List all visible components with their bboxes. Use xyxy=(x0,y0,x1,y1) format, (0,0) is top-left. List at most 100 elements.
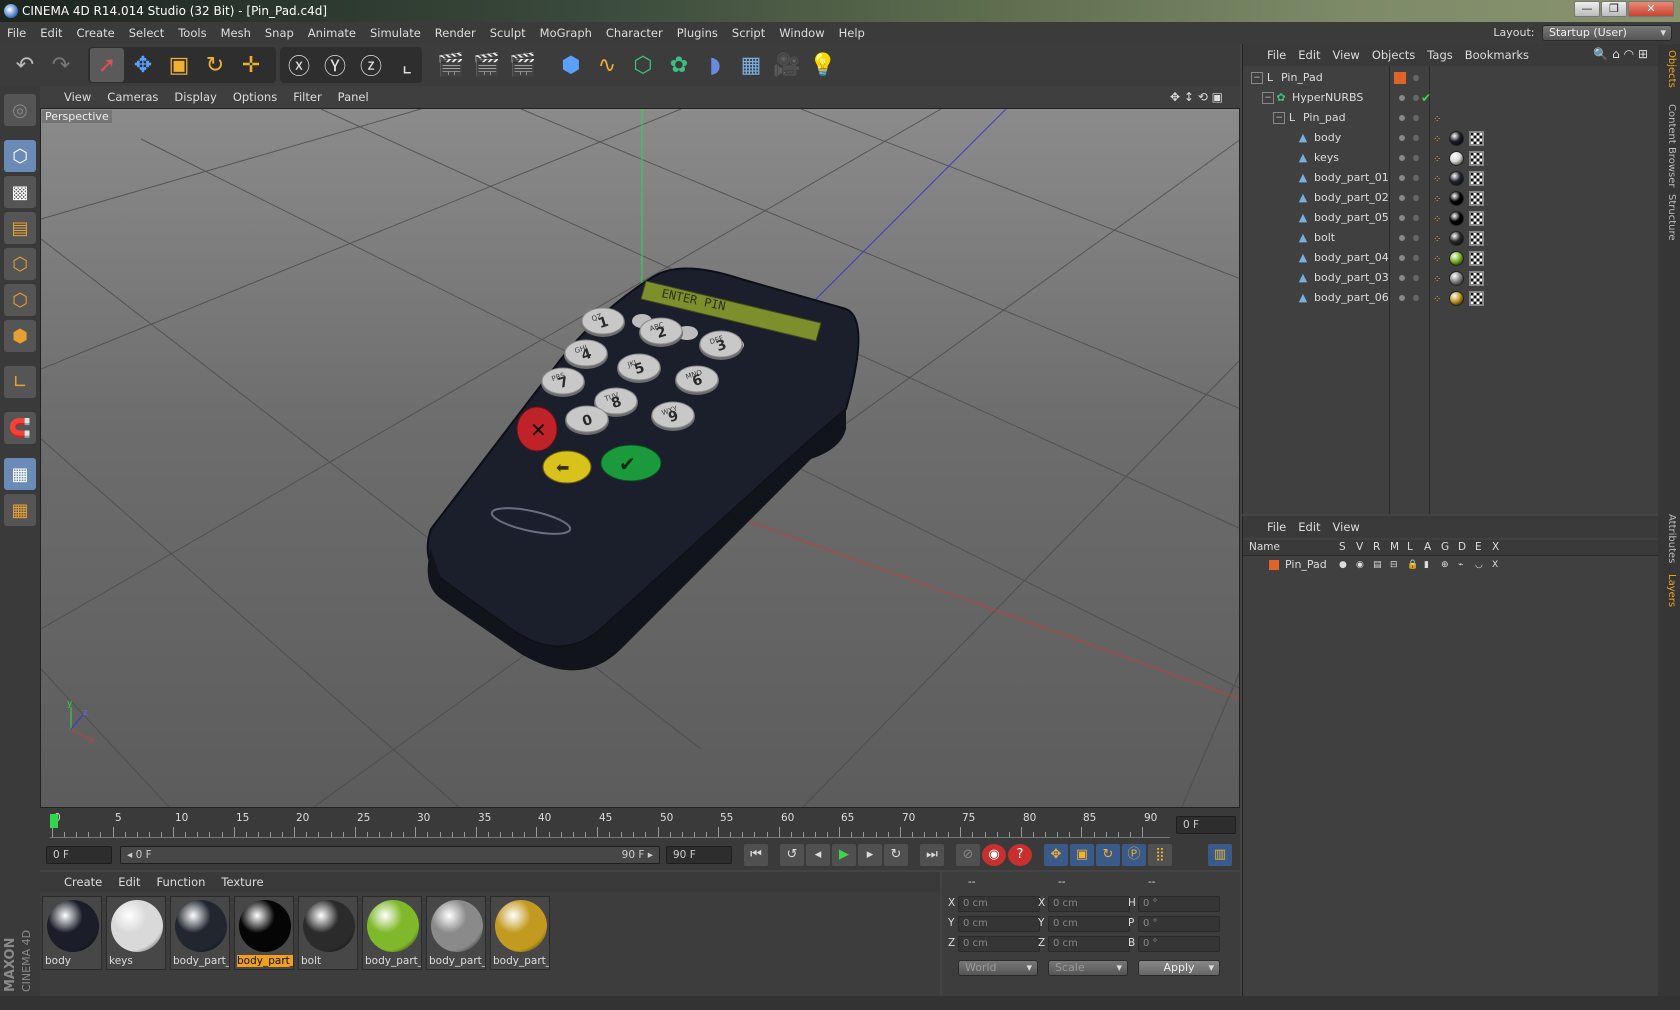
uvw-tag-icon[interactable] xyxy=(1469,171,1484,186)
render-visibility-dot[interactable] xyxy=(1413,275,1419,281)
layout-dropdown[interactable]: Startup (User) xyxy=(1542,25,1672,41)
uvw-tag-icon[interactable] xyxy=(1469,231,1484,246)
make-editable-button[interactable]: ◎ xyxy=(4,94,36,126)
timeline-window-button[interactable]: ▥ xyxy=(1208,844,1232,866)
uvw-tag-icon[interactable] xyxy=(1469,131,1484,146)
phong-tag-icon[interactable]: ⁘ xyxy=(1433,270,1441,290)
material-swatch[interactable]: body xyxy=(42,896,102,970)
render-visibility-dot[interactable] xyxy=(1413,295,1419,301)
object-row[interactable]: ▲ keys ⁘ xyxy=(1243,148,1659,168)
current-frame-field[interactable]: 0 F xyxy=(1176,816,1236,834)
menu-script[interactable]: Script xyxy=(725,22,772,44)
render-visibility-dot[interactable] xyxy=(1413,75,1419,81)
floor-button[interactable]: ▦ xyxy=(734,48,768,82)
render-icon[interactable]: ▤ xyxy=(1373,556,1382,574)
x-axis-button[interactable]: ⓧ xyxy=(282,48,316,82)
minimize-button[interactable]: — xyxy=(1574,1,1600,17)
editor-visibility-dot[interactable] xyxy=(1399,255,1405,261)
menu-render[interactable]: Render xyxy=(428,22,483,44)
generator-icon[interactable]: ⊕ xyxy=(1441,556,1449,574)
coordinate-space-dropdown[interactable]: World xyxy=(958,960,1038,976)
next-key-button[interactable]: ↻ xyxy=(884,844,908,866)
layer-menu-file[interactable]: File xyxy=(1261,516,1292,538)
axis-mode-button[interactable]: ∟ xyxy=(4,366,36,398)
snap-button[interactable]: 🧲 xyxy=(4,412,36,444)
y-axis-button[interactable]: Ⓨ xyxy=(318,48,352,82)
viewport-menu-view[interactable]: View xyxy=(56,86,99,108)
material-menu-function[interactable]: Function xyxy=(149,872,214,892)
viewport-menu-display[interactable]: Display xyxy=(166,86,224,108)
object-row[interactable]: ▲ body_part_01 ⁘ xyxy=(1243,168,1659,188)
render-visibility-dot[interactable] xyxy=(1413,115,1419,121)
layer-column-l[interactable]: L xyxy=(1407,541,1413,553)
array-button[interactable]: ✿ xyxy=(662,48,696,82)
rotation-field[interactable]: 0 ° xyxy=(1138,896,1220,912)
lock-icon[interactable]: 🔒 xyxy=(1407,556,1418,574)
render-visibility-dot[interactable] xyxy=(1413,135,1419,141)
object-menu-edit[interactable]: Edit xyxy=(1292,44,1326,66)
material-tag-icon[interactable] xyxy=(1449,211,1464,226)
viewport-menu-cameras[interactable]: Cameras xyxy=(99,86,166,108)
solo-icon[interactable]: ● xyxy=(1339,556,1347,574)
uvw-tag-icon[interactable] xyxy=(1469,271,1484,286)
prev-frame-button[interactable]: ◂ xyxy=(806,844,830,866)
collapse-icon[interactable]: − xyxy=(1262,92,1274,104)
phong-tag-icon[interactable]: ⁘ xyxy=(1433,190,1441,210)
object-menu-file[interactable]: File xyxy=(1261,44,1292,66)
texture-mode-button[interactable]: ▩ xyxy=(4,176,36,208)
planar-workplane-button[interactable]: ▦ xyxy=(4,494,36,526)
animation-icon[interactable]: ▮ xyxy=(1424,556,1429,574)
layer-column-r[interactable]: R xyxy=(1373,541,1380,553)
deformer-button[interactable]: ◗ xyxy=(698,48,732,82)
menu-create[interactable]: Create xyxy=(70,22,122,44)
uvw-tag-icon[interactable] xyxy=(1469,291,1484,306)
material-tag-icon[interactable] xyxy=(1449,291,1464,306)
points-mode-button[interactable]: ⬡ xyxy=(4,248,36,280)
manager-icon[interactable]: ⊟ xyxy=(1390,556,1398,574)
editor-visibility-dot[interactable] xyxy=(1399,295,1405,301)
coordinate-system-button[interactable]: ⌞ xyxy=(390,48,424,82)
object-menu-tags[interactable]: Tags xyxy=(1421,44,1458,66)
rotation-track-button[interactable]: ↻ xyxy=(1096,844,1120,866)
menu-simulate[interactable]: Simulate xyxy=(363,22,428,44)
scale-track-button[interactable]: ▣ xyxy=(1070,844,1094,866)
material-swatch[interactable]: keys xyxy=(106,896,166,970)
menu-tools[interactable]: Tools xyxy=(171,22,213,44)
material-menu-create[interactable]: Create xyxy=(56,872,110,892)
next-frame-button[interactable]: ▸ xyxy=(858,844,882,866)
tab-attributes[interactable]: Attributes xyxy=(1661,514,1677,563)
material-swatch[interactable]: body_part_ xyxy=(426,896,486,970)
phong-tag-icon[interactable]: ⁘ xyxy=(1433,130,1441,150)
layer-menu-edit[interactable]: Edit xyxy=(1292,516,1326,538)
phong-tag-icon[interactable]: ⁘ xyxy=(1433,230,1441,250)
end-frame-field[interactable]: 90 F xyxy=(666,846,732,864)
keyframe-selection-button[interactable]: ? xyxy=(1008,844,1032,866)
pin-pad-model[interactable]: ENTER PIN 1QZ2ABC3DEF4GHI5JKL6MNO7PRS8TU… xyxy=(426,267,860,671)
deformer-icon[interactable]: ⌁ xyxy=(1458,556,1463,574)
timeline[interactable]: 051015202530354045505560657075808590 0 F xyxy=(40,808,1240,840)
polygons-mode-button[interactable]: ⬢ xyxy=(4,320,36,352)
layer-column-s[interactable]: S xyxy=(1339,541,1346,553)
layer-column-name[interactable]: Name xyxy=(1249,541,1280,553)
light-button[interactable]: 💡 xyxy=(806,48,840,82)
enabled-check-icon[interactable]: ✔ xyxy=(1421,88,1431,108)
position-track-button[interactable]: ✥ xyxy=(1044,844,1068,866)
rotate-view-icon[interactable]: ⟲ xyxy=(1198,90,1208,104)
frame-range-slider[interactable]: ◂ 0 F 90 F ▸ xyxy=(120,846,660,864)
new-window-icon[interactable]: ⊞ xyxy=(1638,47,1648,61)
menu-window[interactable]: Window xyxy=(772,22,831,44)
editor-visibility-dot[interactable] xyxy=(1399,175,1405,181)
material-tag-icon[interactable] xyxy=(1449,151,1464,166)
position-field[interactable]: 0 cm xyxy=(958,916,1040,932)
viewport-menu-panel[interactable]: Panel xyxy=(330,86,377,108)
material-tag-icon[interactable] xyxy=(1449,131,1464,146)
uvw-tag-icon[interactable] xyxy=(1469,251,1484,266)
menu-plugins[interactable]: Plugins xyxy=(670,22,725,44)
render-settings-button[interactable]: 🎬 xyxy=(506,48,540,82)
render-visibility-dot[interactable] xyxy=(1413,235,1419,241)
z-axis-button[interactable]: ⓩ xyxy=(354,48,388,82)
material-swatch[interactable]: body_part_ xyxy=(490,896,550,970)
object-row[interactable]: ▲ body ⁘ xyxy=(1243,128,1659,148)
phong-tag-icon[interactable]: ⁘ xyxy=(1433,110,1441,130)
size-field[interactable]: 0 cm xyxy=(1048,936,1130,952)
